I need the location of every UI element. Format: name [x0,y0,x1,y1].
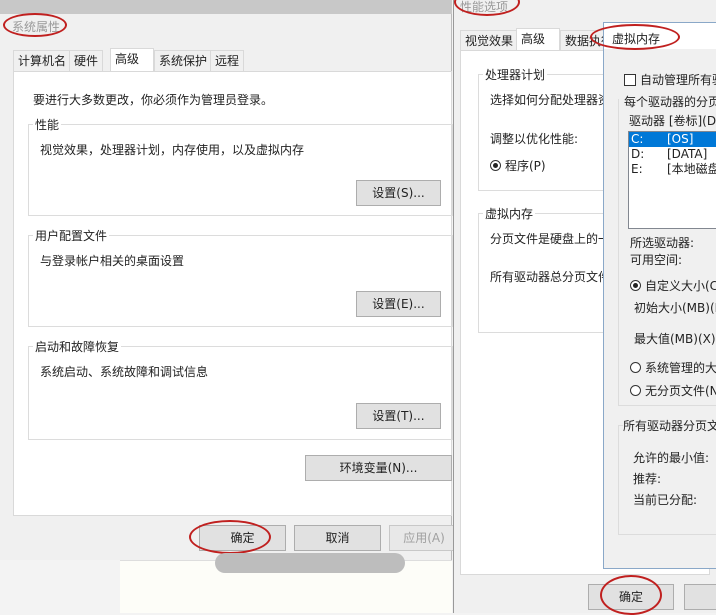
adjust-label: 调整以优化性能: [490,132,579,146]
min-allowed-label: 允许的最小值: [633,451,710,465]
radio-selected-icon [490,160,501,171]
user-profile-desc: 与登录帐户相关的桌面设置 [40,254,185,268]
tab-hardware[interactable]: 硬件 [69,50,104,71]
tab-computer-name[interactable]: 计算机名 [13,50,72,71]
vm-desc: 分页文件是硬盘上的一 [490,232,611,246]
tab-strip: 计算机名 硬件 高级 系统保护 远程 [13,48,443,72]
redaction-smudge [215,553,405,573]
performance-label: 性能 [33,116,62,133]
tab-advanced[interactable]: 高级 [110,48,154,72]
system-properties-dialog: 系统属性 计算机名 硬件 高级 系统保护 远程 要进行大多数更改，你必须作为管理… [0,0,459,560]
performance-settings-button[interactable]: 设置(S)... [356,180,441,206]
program-radio[interactable]: 程序(P) [490,157,546,174]
auto-manage-checkbox[interactable]: 自动管理所有驱 [624,71,716,88]
user-profile-label: 用户配置文件 [33,227,110,244]
startup-recovery-desc: 系统启动、系统故障和调试信息 [40,365,209,379]
per-drive-group-border [618,99,716,406]
annotation-circle [600,575,662,615]
user-profile-group: 用户配置文件 与登录帐户相关的桌面设置 设置(E)... [28,227,453,327]
title-bar [0,0,452,14]
tab-advanced[interactable]: 高级 [516,28,560,52]
total-group-label: 所有驱动器分页文 [623,417,716,434]
program-label: 程序(P) [505,159,546,173]
annotation-circle [189,520,271,554]
checkbox-icon [624,74,636,86]
annotation-circle [3,13,67,37]
cancel-button[interactable]: 取消 [294,525,381,551]
vm-total: 所有驱动器总分页文件 [490,270,611,284]
startup-recovery-group: 启动和故障恢复 系统启动、系统故障和调试信息 设置(T)... [28,338,453,440]
startup-recovery-settings-button[interactable]: 设置(T)... [356,403,441,429]
apply-button[interactable]: 应用(A) [389,525,459,551]
auto-manage-label: 自动管理所有驱 [640,73,716,87]
cancel-button[interactable] [684,584,716,610]
user-profile-settings-button[interactable]: 设置(E)... [356,291,441,317]
advanced-panel: 要进行大多数更改，你必须作为管理员登录。 性能 视觉效果，处理器计划，内存使用，… [13,71,453,516]
tab-remote[interactable]: 远程 [210,50,245,71]
tab-system-protection[interactable]: 系统保护 [154,50,213,71]
virtual-memory-label: 虚拟内存 [483,205,536,222]
performance-desc: 视觉效果，处理器计划，内存使用，以及虚拟内存 [40,143,305,157]
total-group: 所有驱动器分页文 允许的最小值: 推荐: 当前已分配: [618,417,716,535]
startup-recovery-label: 启动和故障恢复 [33,338,122,355]
annotation-circle [590,24,680,50]
virtual-memory-dialog: 虚拟内存 自动管理所有驱 每个驱动器的分页 驱动器 [卷标](D) C: [OS]… [590,22,716,569]
tab-visual-effects[interactable]: 视觉效果 [460,30,519,51]
cpu-scheduling-label: 处理器计划 [483,66,548,83]
performance-group: 性能 视觉效果，处理器计划，内存使用，以及虚拟内存 设置(S)... [28,116,453,216]
cpu-desc: 选择如何分配处理器资 [490,93,611,107]
environment-variables-button[interactable]: 环境变量(N)... [305,455,452,481]
recommended-label: 推荐: [633,472,662,486]
admin-notice: 要进行大多数更改，你必须作为管理员登录。 [33,93,274,107]
current-allocated-label: 当前已分配: [633,493,698,507]
